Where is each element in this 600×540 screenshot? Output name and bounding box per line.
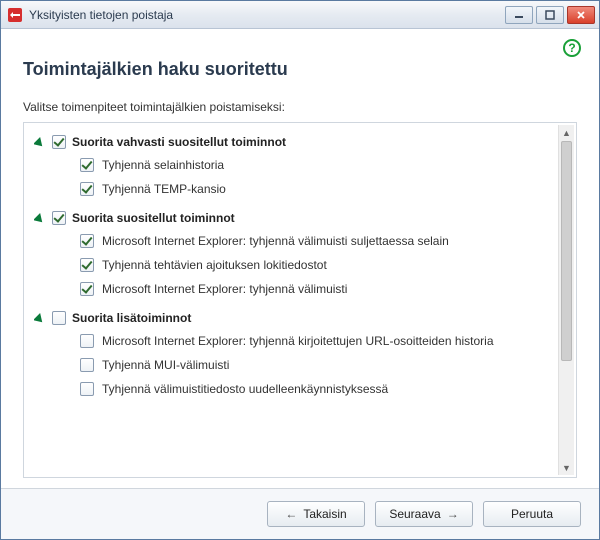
expand-triangle-icon[interactable] bbox=[34, 213, 46, 226]
list-item: Tyhjennä välimuistitiedosto uudelleenkäy… bbox=[34, 377, 552, 401]
action-list: Suorita vahvasti suositellut toiminnot Ty… bbox=[23, 122, 577, 478]
scrollbar[interactable]: ▲ ▼ bbox=[558, 125, 574, 475]
item-checkbox[interactable] bbox=[80, 158, 94, 172]
arrow-left-icon: ← bbox=[285, 507, 297, 521]
app-icon bbox=[7, 7, 23, 23]
item-label: Tyhjennä selainhistoria bbox=[102, 158, 224, 172]
item-checkbox[interactable] bbox=[80, 334, 94, 348]
group-checkbox[interactable] bbox=[52, 211, 66, 225]
next-button-label: Seuraava bbox=[389, 507, 440, 521]
item-label: Tyhjennä välimuistitiedosto uudelleenkäy… bbox=[102, 382, 388, 396]
item-checkbox[interactable] bbox=[80, 234, 94, 248]
expand-triangle-icon[interactable] bbox=[34, 137, 46, 150]
window-controls bbox=[505, 6, 595, 24]
help-icon[interactable]: ? bbox=[563, 39, 581, 57]
list-item: Tyhjennä tehtävien ajoituksen lokitiedos… bbox=[34, 253, 552, 277]
cancel-button[interactable]: Peruuta bbox=[483, 501, 581, 527]
action-group: Suorita lisätoiminnot Microsoft Internet … bbox=[34, 307, 552, 401]
back-button-label: Takaisin bbox=[303, 507, 346, 521]
item-label: Tyhjennä tehtävien ajoituksen lokitiedos… bbox=[102, 258, 327, 272]
page-title: Toimintajälkien haku suoritettu bbox=[23, 59, 577, 80]
item-label: Tyhjennä MUI-välimuisti bbox=[102, 358, 229, 372]
item-label: Microsoft Internet Explorer: tyhjennä vä… bbox=[102, 234, 449, 248]
list-item: Microsoft Internet Explorer: tyhjennä ki… bbox=[34, 329, 552, 353]
list-item: Microsoft Internet Explorer: tyhjennä vä… bbox=[34, 277, 552, 301]
dialog-window: Yksityisten tietojen poistaja ? Toiminta… bbox=[0, 0, 600, 540]
group-header[interactable]: Suorita lisätoiminnot bbox=[34, 307, 552, 329]
group-checkbox[interactable] bbox=[52, 311, 66, 325]
dialog-footer: ← Takaisin Seuraava → Peruuta bbox=[1, 488, 599, 539]
content-area: ? Toimintajälkien haku suoritettu Valits… bbox=[1, 29, 599, 488]
list-item: Tyhjennä MUI-välimuisti bbox=[34, 353, 552, 377]
list-item: Tyhjennä TEMP-kansio bbox=[34, 177, 552, 201]
title-bar: Yksityisten tietojen poistaja bbox=[1, 1, 599, 29]
item-checkbox[interactable] bbox=[80, 358, 94, 372]
item-label: Microsoft Internet Explorer: tyhjennä ki… bbox=[102, 334, 494, 348]
cancel-button-label: Peruuta bbox=[511, 507, 553, 521]
next-button[interactable]: Seuraava → bbox=[375, 501, 473, 527]
arrow-right-icon: → bbox=[447, 507, 459, 521]
scroll-down-button[interactable]: ▼ bbox=[559, 460, 574, 475]
group-header[interactable]: Suorita suositellut toiminnot bbox=[34, 207, 552, 229]
group-checkbox[interactable] bbox=[52, 135, 66, 149]
expand-triangle-icon[interactable] bbox=[34, 313, 46, 326]
group-header[interactable]: Suorita vahvasti suositellut toiminnot bbox=[34, 131, 552, 153]
item-label: Microsoft Internet Explorer: tyhjennä vä… bbox=[102, 282, 347, 296]
item-label: Tyhjennä TEMP-kansio bbox=[102, 182, 226, 196]
list-item: Tyhjennä selainhistoria bbox=[34, 153, 552, 177]
group-label: Suorita vahvasti suositellut toiminnot bbox=[72, 135, 286, 149]
window-title: Yksityisten tietojen poistaja bbox=[29, 8, 505, 22]
scroll-thumb[interactable] bbox=[561, 141, 572, 361]
page-subtitle: Valitse toimenpiteet toimintajälkien poi… bbox=[23, 100, 577, 114]
back-button[interactable]: ← Takaisin bbox=[267, 501, 365, 527]
item-checkbox[interactable] bbox=[80, 182, 94, 196]
item-checkbox[interactable] bbox=[80, 282, 94, 296]
item-checkbox[interactable] bbox=[80, 382, 94, 396]
item-checkbox[interactable] bbox=[80, 258, 94, 272]
action-group: Suorita vahvasti suositellut toiminnot Ty… bbox=[34, 131, 552, 201]
minimize-button[interactable] bbox=[505, 6, 533, 24]
scroll-up-button[interactable]: ▲ bbox=[559, 125, 574, 140]
group-label: Suorita lisätoiminnot bbox=[72, 311, 191, 325]
maximize-button[interactable] bbox=[536, 6, 564, 24]
list-item: Microsoft Internet Explorer: tyhjennä vä… bbox=[34, 229, 552, 253]
close-button[interactable] bbox=[567, 6, 595, 24]
group-label: Suorita suositellut toiminnot bbox=[72, 211, 235, 225]
action-group: Suorita suositellut toiminnot Microsoft I… bbox=[34, 207, 552, 301]
